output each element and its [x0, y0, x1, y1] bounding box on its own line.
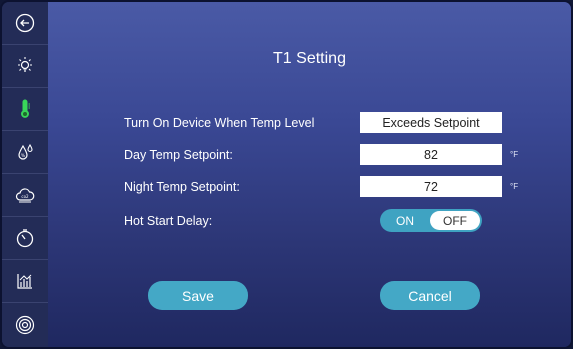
save-button[interactable]: Save	[148, 281, 248, 310]
cancel-button[interactable]: Cancel	[380, 281, 480, 310]
sidebar-item-light[interactable]	[2, 45, 48, 88]
svg-text:co2: co2	[21, 194, 29, 199]
night-temp-label: Night Temp Setpoint:	[124, 180, 240, 194]
co2-cloud-icon: co2	[15, 188, 35, 203]
day-temp-label: Day Temp Setpoint:	[124, 148, 233, 162]
hot-start-toggle[interactable]: ON OFF	[380, 209, 482, 232]
humidity-drop-icon: %	[18, 143, 33, 160]
sidebar-item-settings[interactable]	[2, 303, 48, 346]
sidebar-item-timer[interactable]	[2, 217, 48, 260]
page-title: T1 Setting	[273, 50, 346, 67]
day-temp-input[interactable]: 82	[360, 144, 502, 165]
night-temp-input[interactable]: 72	[360, 176, 502, 197]
back-arrow-icon	[15, 13, 35, 33]
svg-text:%: %	[21, 153, 26, 159]
main-panel: T1 Setting Turn On Device When Temp Leve…	[48, 2, 571, 347]
hot-start-label: Hot Start Delay:	[124, 214, 213, 228]
sidebar: % co2	[2, 2, 48, 347]
app-window: % co2 T1 Setting Turn On Device When Tem…	[0, 0, 573, 349]
settings-rings-icon	[15, 315, 35, 334]
sidebar-item-co2[interactable]: co2	[2, 174, 48, 217]
night-temp-unit: °F	[510, 182, 519, 191]
sidebar-item-temperature[interactable]	[2, 88, 48, 131]
timer-icon	[16, 229, 34, 248]
toggle-on-option[interactable]: ON	[380, 209, 430, 232]
light-bulb-icon	[18, 57, 32, 72]
toggle-off-option[interactable]: OFF	[430, 211, 480, 230]
sidebar-item-humidity[interactable]: %	[2, 131, 48, 174]
sidebar-item-back[interactable]	[2, 2, 48, 45]
chart-icon	[17, 274, 32, 289]
turn-on-label: Turn On Device When Temp Level	[124, 116, 315, 130]
sidebar-item-chart[interactable]	[2, 260, 48, 303]
day-temp-unit: °F	[510, 150, 519, 159]
thermometer-icon	[21, 99, 30, 118]
turn-on-select[interactable]: Exceeds Setpoint	[360, 112, 502, 133]
